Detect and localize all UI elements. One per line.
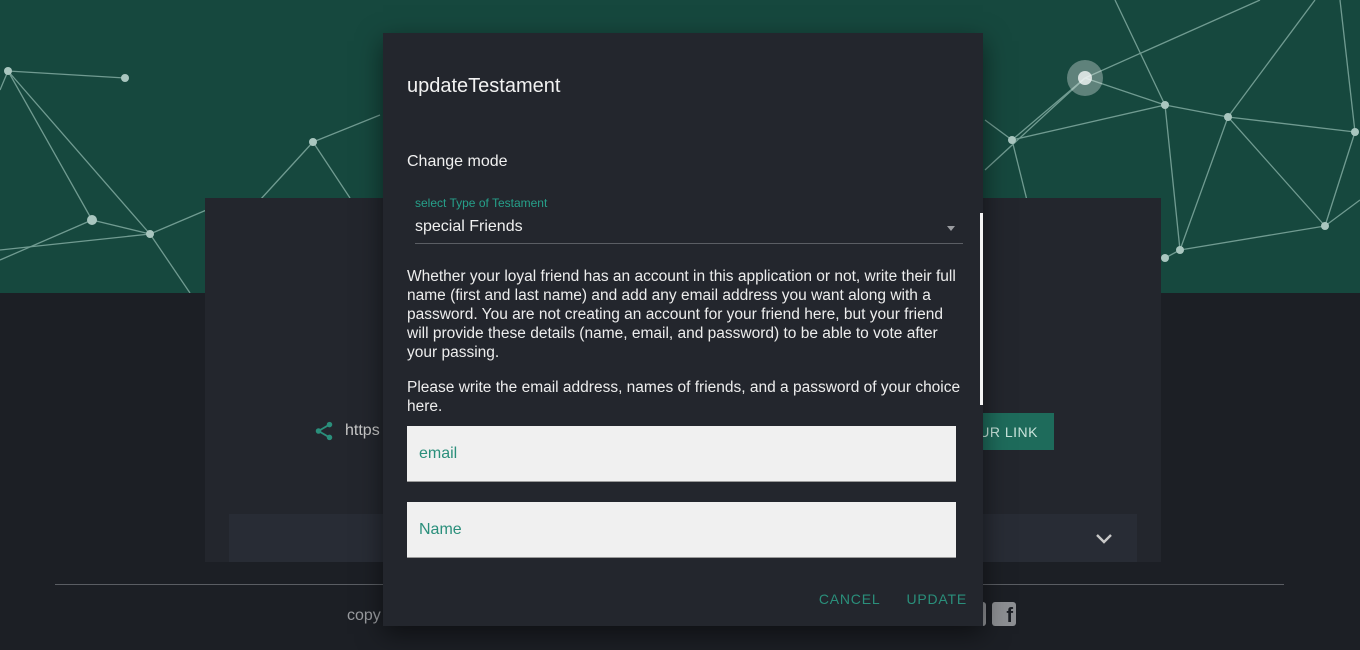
share-row: https bbox=[313, 420, 380, 442]
dialog-actions: CANCEL UPDATE bbox=[819, 591, 967, 607]
email-input[interactable] bbox=[407, 426, 956, 481]
email-field[interactable] bbox=[407, 426, 956, 482]
select-value: special Friends bbox=[415, 218, 523, 235]
share-link-text: https bbox=[345, 422, 380, 439]
chevron-down-icon[interactable] bbox=[1094, 528, 1114, 548]
instructions-paragraph: Whether your loyal friend has an account… bbox=[407, 268, 956, 361]
select-label: select Type of Testament bbox=[415, 196, 548, 210]
update-testament-dialog: updateTestament Change mode select Type … bbox=[383, 33, 983, 626]
name-input[interactable] bbox=[407, 502, 956, 557]
dialog-title: updateTestament bbox=[407, 75, 561, 97]
share-icon[interactable] bbox=[313, 420, 335, 442]
facebook-icon[interactable]: f bbox=[992, 602, 1016, 626]
copyright-text: copy bbox=[347, 607, 381, 624]
scrollbar[interactable] bbox=[980, 213, 983, 405]
name-field[interactable] bbox=[407, 502, 956, 558]
dropdown-arrow-icon[interactable] bbox=[947, 226, 955, 231]
cancel-button[interactable]: CANCEL bbox=[819, 591, 881, 607]
change-mode-label: Change mode bbox=[407, 153, 508, 170]
update-button[interactable]: UPDATE bbox=[906, 591, 967, 607]
prompt-paragraph: Please write the email address, names of… bbox=[407, 379, 961, 415]
testament-type-select[interactable]: select Type of Testament special Friends bbox=[415, 196, 963, 244]
